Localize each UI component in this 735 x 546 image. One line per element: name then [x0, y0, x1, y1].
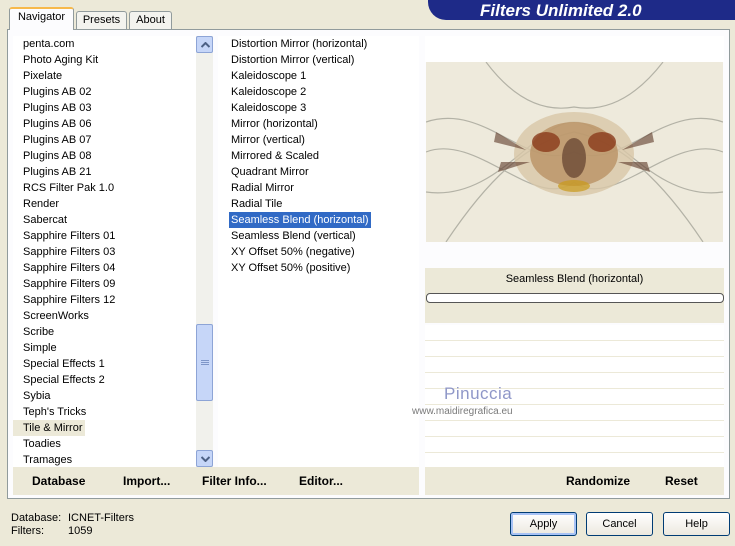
app-title-banner: Filters Unlimited 2.0	[428, 0, 735, 20]
scroll-up-button[interactable]	[196, 36, 213, 53]
tab-navigator[interactable]: Navigator	[9, 7, 74, 30]
filter-item[interactable]: Distortion Mirror (horizontal)	[229, 36, 369, 52]
chevron-up-icon	[201, 42, 210, 48]
randomize-button[interactable]: Randomize	[566, 474, 630, 488]
preview-top-area	[425, 36, 724, 62]
progress-bar	[426, 293, 724, 303]
scroll-down-button[interactable]	[196, 450, 213, 467]
watermark-url: www.maidiregrafica.eu	[412, 406, 513, 417]
category-item[interactable]: Plugins AB 06	[13, 116, 95, 132]
chevron-down-icon	[201, 456, 210, 462]
filter-item[interactable]: Mirror (vertical)	[229, 132, 307, 148]
category-item[interactable]: Toadies	[13, 436, 64, 452]
category-item[interactable]: Tile & Mirror	[13, 420, 86, 436]
fractal-preview-graphic	[426, 62, 723, 242]
category-item[interactable]: Plugins AB 07	[13, 132, 95, 148]
category-item[interactable]: Sabercat	[13, 212, 70, 228]
control-row	[425, 325, 724, 341]
filter-item[interactable]: Kaleidoscope 1	[229, 68, 308, 84]
filters-count: 1059	[68, 525, 93, 537]
category-list[interactable]: penta.com Photo Aging Kit Pixelate Plugins …	[13, 36, 196, 467]
category-item[interactable]: Special Effects 1	[13, 356, 108, 372]
category-scrollbar[interactable]	[196, 36, 213, 467]
filter-item[interactable]: Radial Mirror	[229, 180, 296, 196]
filter-item[interactable]: Mirror (horizontal)	[229, 116, 320, 132]
category-item[interactable]: Simple	[13, 340, 60, 356]
preview-image	[426, 62, 723, 242]
category-item[interactable]: Plugins AB 21	[13, 164, 95, 180]
control-row	[425, 341, 724, 357]
filter-item[interactable]: Radial Tile	[229, 196, 284, 212]
database-label: Database:	[11, 512, 62, 524]
help-button[interactable]: Help	[663, 512, 730, 536]
category-item[interactable]: Plugins AB 08	[13, 148, 95, 164]
preview-filter-name: Seamless Blend (horizontal)	[505, 273, 644, 285]
control-row	[425, 437, 724, 453]
category-item[interactable]: RCS Filter Pak 1.0	[13, 180, 117, 196]
scroll-thumb[interactable]	[196, 324, 213, 401]
category-item[interactable]: Pixelate	[13, 68, 65, 84]
filter-info-button[interactable]: Filter Info...	[202, 474, 267, 488]
tab-about[interactable]: About	[129, 11, 172, 29]
filter-item[interactable]: Seamless Blend (vertical)	[229, 228, 358, 244]
category-item[interactable]: ScreenWorks	[13, 308, 92, 324]
database-button[interactable]: Database	[32, 474, 85, 488]
control-row	[425, 357, 724, 373]
category-item[interactable]: Special Effects 2	[13, 372, 108, 388]
tab-presets[interactable]: Presets	[76, 11, 127, 29]
database-value: ICNET-Filters	[68, 512, 134, 524]
apply-button[interactable]: Apply	[510, 512, 577, 536]
filter-item[interactable]: XY Offset 50% (negative)	[229, 244, 357, 260]
filter-item[interactable]: Kaleidoscope 3	[229, 100, 308, 116]
filter-item[interactable]: Distortion Mirror (vertical)	[229, 52, 356, 68]
filter-item[interactable]: Mirrored & Scaled	[229, 148, 321, 164]
category-item[interactable]: Tramages	[13, 452, 75, 467]
cancel-button[interactable]: Cancel	[586, 512, 653, 536]
filter-item[interactable]: Seamless Blend (horizontal)	[229, 212, 371, 228]
reset-button[interactable]: Reset	[665, 474, 698, 488]
editor-button[interactable]: Editor...	[299, 474, 343, 488]
app-title: Filters Unlimited 2.0	[480, 1, 642, 20]
control-row	[425, 421, 724, 437]
category-item[interactable]: Render	[13, 196, 62, 212]
category-item[interactable]: Scribe	[13, 324, 57, 340]
filters-label: Filters:	[11, 525, 44, 537]
category-item[interactable]: Plugins AB 03	[13, 100, 95, 116]
import-button[interactable]: Import...	[123, 474, 170, 488]
watermark-name: Pinuccia	[444, 384, 513, 403]
category-item[interactable]: Plugins AB 02	[13, 84, 95, 100]
category-item[interactable]: Sybia	[13, 388, 54, 404]
filter-item[interactable]: Kaleidoscope 2	[229, 84, 308, 100]
category-item[interactable]: penta.com	[13, 36, 77, 52]
filter-item[interactable]: XY Offset 50% (positive)	[229, 260, 352, 276]
category-item[interactable]: Sapphire Filters 09	[13, 276, 118, 292]
filter-item[interactable]: Quadrant Mirror	[229, 164, 311, 180]
category-item[interactable]: Sapphire Filters 12	[13, 292, 118, 308]
category-item[interactable]: Sapphire Filters 01	[13, 228, 118, 244]
category-item[interactable]: Sapphire Filters 03	[13, 244, 118, 260]
filter-list[interactable]: Distortion Mirror (horizontal) Distortion…	[218, 36, 419, 467]
category-item[interactable]: Teph's Tricks	[13, 404, 89, 420]
category-item[interactable]: Sapphire Filters 04	[13, 260, 118, 276]
category-item[interactable]: Photo Aging Kit	[13, 52, 101, 68]
